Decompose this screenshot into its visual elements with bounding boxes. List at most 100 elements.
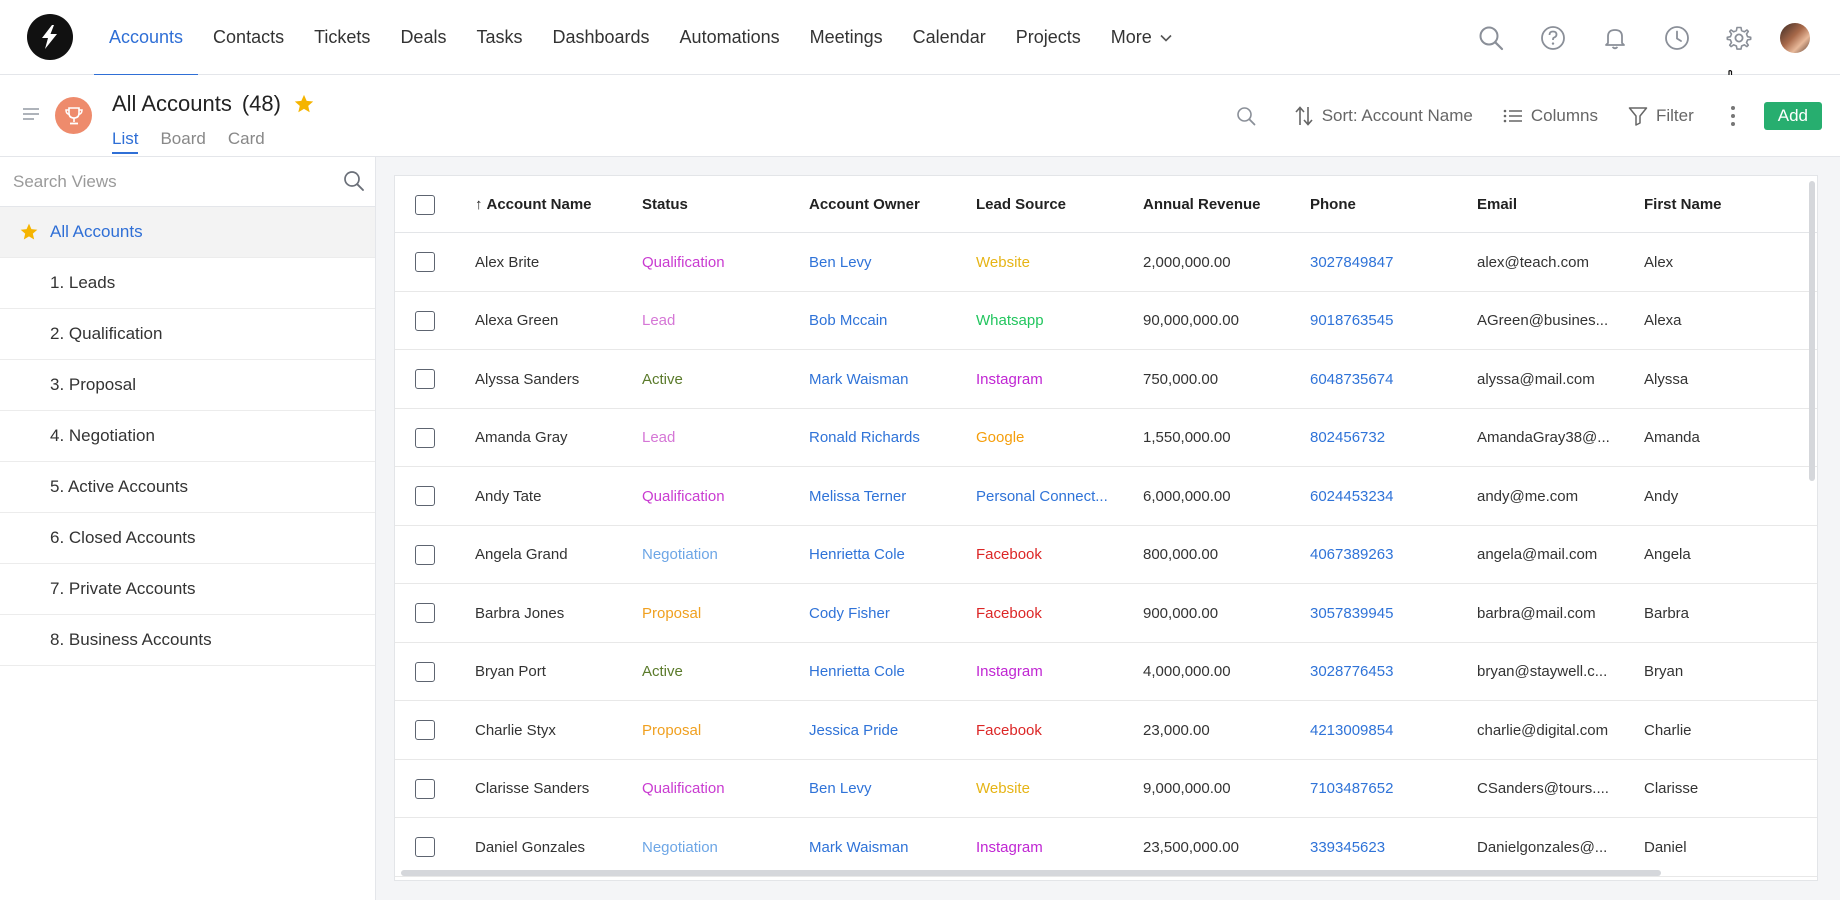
view-item-private-accounts[interactable]: 7. Private Accounts (0, 564, 375, 615)
account-owner-link[interactable]: Jessica Pride (809, 701, 969, 759)
nav-item-tickets[interactable]: Tickets (299, 0, 385, 75)
select-all-checkbox[interactable] (415, 195, 435, 215)
list-search-button[interactable] (1236, 106, 1264, 126)
search-views-input[interactable] (13, 169, 323, 195)
view-item-active-accounts[interactable]: 5. Active Accounts (0, 462, 375, 513)
table-row[interactable]: Andy Tate Qualification Melissa Terner Pers… (395, 467, 1817, 526)
account-owner-link[interactable]: Cody Fisher (809, 584, 969, 642)
phone-link[interactable]: 9018763545 (1310, 292, 1470, 350)
columns-button[interactable]: Columns (1503, 106, 1598, 126)
phone-link[interactable]: 6024453234 (1310, 467, 1470, 525)
view-item-qualification[interactable]: 2. Qualification (0, 309, 375, 360)
filter-button[interactable]: Filter (1628, 106, 1694, 126)
row-checkbox[interactable] (415, 252, 435, 272)
column-header-account-owner[interactable]: Account Owner (809, 176, 969, 233)
tab-list[interactable]: List (112, 129, 139, 154)
app-logo[interactable] (27, 14, 73, 60)
nav-item-contacts[interactable]: Contacts (198, 0, 299, 75)
table-row[interactable]: Clarisse Sanders Qualification Ben Levy Web… (395, 760, 1817, 818)
table-row[interactable]: Charlie Styx Proposal Jessica Pride Faceboo… (395, 701, 1817, 760)
phone-link[interactable]: 3057839945 (1310, 584, 1470, 642)
nav-item-calendar[interactable]: Calendar (898, 0, 1001, 75)
help-button[interactable] (1522, 0, 1584, 75)
nav-item-deals[interactable]: Deals (385, 0, 461, 75)
table-row[interactable]: Barbra Jones Proposal Cody Fisher Facebook 9… (395, 584, 1817, 643)
tab-board[interactable]: Board (160, 129, 205, 154)
row-checkbox[interactable] (415, 720, 435, 740)
column-header-lead-source[interactable]: Lead Source (976, 176, 1114, 233)
more-actions-button[interactable] (1730, 105, 1744, 127)
global-search-button[interactable] (1460, 0, 1522, 75)
annual-revenue-cell: 750,000.00 (1143, 350, 1303, 408)
sort-button[interactable]: Sort: Account Name (1294, 105, 1473, 127)
first-name-cell-text: Bryan (1644, 663, 1684, 680)
view-item-negotiation[interactable]: 4. Negotiation (0, 411, 375, 462)
column-header-annual-revenue[interactable]: Annual Revenue (1143, 176, 1303, 233)
nav-item-automations[interactable]: Automations (665, 0, 795, 75)
row-checkbox[interactable] (415, 310, 435, 331)
account-owner-link[interactable]: Ben Levy (809, 233, 969, 291)
first-name-cell-text: Barbra (1644, 604, 1690, 622)
history-button[interactable] (1646, 0, 1708, 75)
phone-link[interactable]: 3028776453 (1310, 643, 1470, 701)
favorite-button[interactable] (293, 93, 315, 115)
table-row[interactable]: Angela Grand Negotiation Henrietta Cole Fac… (395, 526, 1817, 584)
nav-item-projects[interactable]: Projects (1001, 0, 1096, 75)
row-checkbox[interactable] (415, 661, 435, 682)
phone-link[interactable]: 7103487652 (1310, 760, 1470, 818)
account-owner-link[interactable]: Mark Waisman (809, 818, 969, 876)
table-row[interactable]: Amanda Gray Lead Ronald Richards Google 1,55… (395, 409, 1817, 467)
view-item-closed-accounts[interactable]: 6. Closed Accounts (0, 513, 375, 564)
column-header-first-name[interactable]: First Name (1644, 176, 1804, 233)
nav-item-meetings[interactable]: Meetings (795, 0, 898, 75)
nav-item-dashboards[interactable]: Dashboards (537, 0, 664, 75)
notifications-button[interactable] (1584, 0, 1646, 75)
add-account-button[interactable]: Add (1763, 102, 1822, 130)
view-item-label: 1. Leads (50, 273, 116, 292)
vertical-scrollbar[interactable] (1809, 181, 1815, 481)
account-owner-link[interactable]: Bob Mccain (809, 292, 969, 350)
account-owner-link[interactable]: Melissa Terner (809, 467, 969, 525)
row-checkbox[interactable] (415, 544, 435, 565)
phone-link[interactable]: 802456732 (1310, 409, 1470, 467)
phone-link[interactable]: 4213009854 (1310, 701, 1470, 759)
phone-link[interactable]: 339345623 (1310, 818, 1470, 876)
table-row[interactable]: Bryan Port Active Henrietta Cole Instagram 4… (395, 643, 1817, 701)
account-owner-link[interactable]: Mark Waisman (809, 350, 969, 408)
sidebar-toggle-button[interactable] (22, 107, 40, 126)
column-header-phone[interactable]: Phone (1310, 176, 1470, 233)
table-row[interactable]: Alyssa Sanders Active Mark Waisman Instagra… (395, 350, 1817, 409)
view-item-proposal[interactable]: 3. Proposal (0, 360, 375, 411)
view-item-business-accounts[interactable]: 8. Business Accounts (0, 615, 375, 666)
row-checkbox[interactable] (415, 427, 435, 448)
phone-link[interactable]: 6048735674 (1310, 350, 1470, 408)
column-header-account-name[interactable]: ↑ Account Name (475, 176, 635, 233)
search-views-button[interactable] (343, 170, 365, 197)
row-checkbox[interactable] (415, 369, 435, 389)
account-owner-link[interactable]: Ben Levy (809, 760, 969, 818)
table-row[interactable]: Alex Brite Qualification Ben Levy Website 2,… (395, 233, 1817, 292)
nav-item-accounts[interactable]: Accounts (94, 0, 199, 76)
row-checkbox[interactable] (415, 603, 435, 623)
account-owner-link[interactable]: Ronald Richards (809, 409, 969, 467)
module-badge (55, 97, 92, 134)
nav-more-menu[interactable]: More (1096, 0, 1187, 75)
table-row[interactable]: Alexa Green Lead Bob Mccain Whatsapp 90,000,… (395, 292, 1817, 350)
account-owner-link[interactable]: Henrietta Cole (809, 526, 969, 584)
account-owner-link[interactable]: Henrietta Cole (809, 643, 969, 701)
table-row[interactable]: Daniel Gonzales Negotiation Mark Waisman In… (395, 818, 1817, 877)
user-avatar[interactable] (1780, 22, 1810, 53)
view-item-leads[interactable]: 1. Leads (0, 258, 375, 309)
column-header-status[interactable]: Status (642, 176, 802, 233)
column-header-email[interactable]: Email (1477, 176, 1613, 233)
horizontal-scrollbar[interactable] (401, 870, 1661, 876)
row-checkbox[interactable] (415, 778, 435, 799)
nav-item-tasks[interactable]: Tasks (461, 0, 537, 75)
phone-link[interactable]: 4067389263 (1310, 526, 1470, 584)
phone-link[interactable]: 3027849847 (1310, 233, 1470, 291)
row-checkbox[interactable] (415, 486, 435, 506)
view-item-all-accounts[interactable]: All Accounts (0, 207, 375, 258)
settings-button[interactable] (1708, 0, 1770, 75)
row-checkbox[interactable] (415, 837, 435, 857)
tab-card[interactable]: Card (228, 129, 265, 154)
